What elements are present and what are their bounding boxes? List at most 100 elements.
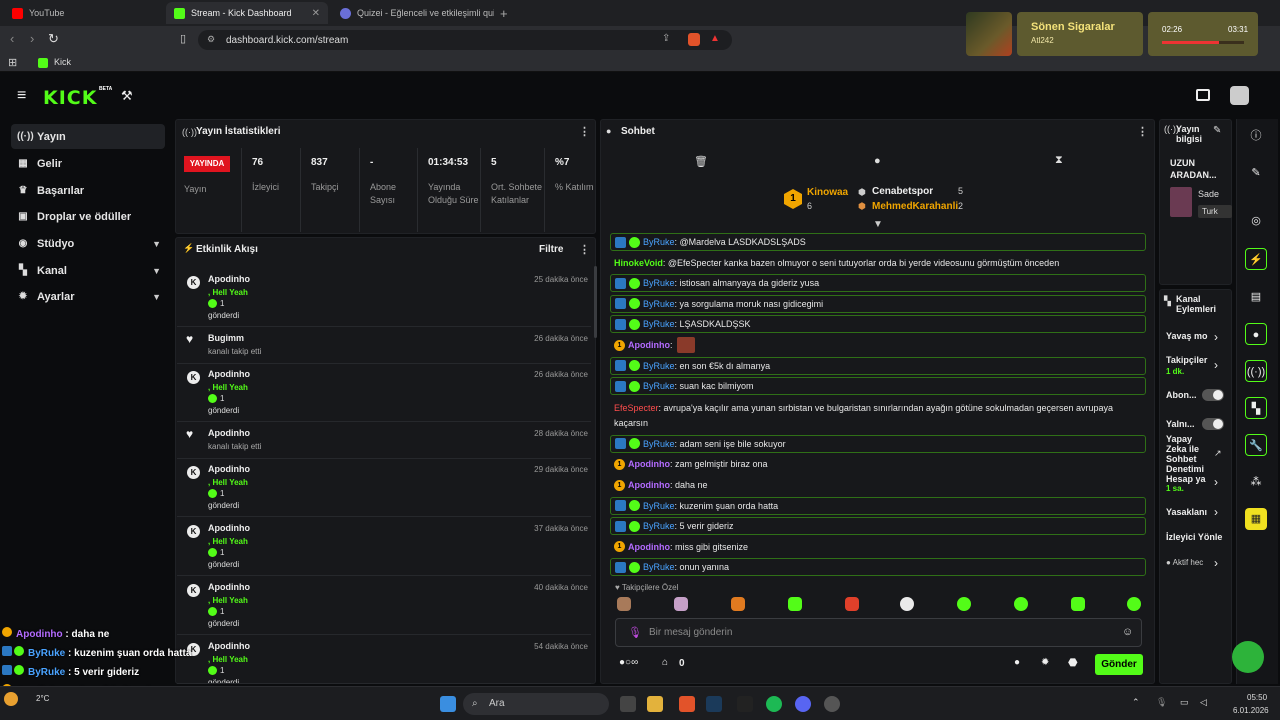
subscribers-only-toggle[interactable]	[1202, 389, 1224, 401]
activity-event[interactable]: K Apodinho 40 dakika önce , Hell Yeah 1 gönde…	[177, 578, 591, 635]
tab-youtube[interactable]: YouTube	[4, 2, 164, 24]
chat-message[interactable]: 1 Apodinho:	[610, 336, 1146, 354]
activity-event[interactable]: K Apodinho 25 dakika önce , Hell Yeah 1 gönde…	[177, 270, 591, 327]
activity-event[interactable]: K Apodinho 29 dakika önce , Hell Yeah 1 gönde…	[177, 460, 591, 517]
sidebar-item-studyo[interactable]: ◉ Stüdyo ▼	[11, 231, 165, 256]
chat-username[interactable]: ByRuke	[643, 439, 675, 449]
leader-name[interactable]: MehmedKarahanli	[872, 201, 958, 212]
chevron-right-icon[interactable]: ›	[1214, 475, 1218, 489]
activity-event[interactable]: K Apodinho 37 dakika önce , Hell Yeah 1 gönde…	[177, 519, 591, 576]
followers-only-label[interactable]: Takipçiler	[1166, 355, 1207, 365]
points-icon[interactable]: ●○∞	[619, 657, 638, 668]
banned-words-label[interactable]: Yasaklanı	[1166, 507, 1207, 517]
event-username[interactable]: Bugimm	[208, 333, 244, 343]
obs-icon[interactable]	[824, 696, 840, 712]
emote[interactable]	[900, 597, 914, 611]
brave-rewards-icon[interactable]: ▲	[710, 33, 720, 44]
kick-studio-icon[interactable]	[1196, 89, 1210, 101]
chat-message[interactable]: ByRuke: @Mardelva LASDKADSLŞADS	[610, 233, 1146, 251]
emotes-only-toggle[interactable]	[1202, 418, 1224, 430]
emote[interactable]	[957, 597, 971, 611]
stream-icon[interactable]: ◎	[1245, 210, 1267, 232]
chat-message[interactable]: ByRuke: kuzenim şuan orda hatta	[610, 496, 1146, 515]
activity-event[interactable]: K Apodinho 54 dakika önce, Hell Yeah 1 gönde…	[177, 637, 591, 684]
file-explorer-icon[interactable]	[647, 696, 663, 712]
activity-event[interactable]: ♥ Apodinho 28 dakika önce kanalı takip etti	[177, 424, 591, 459]
windows-start-icon[interactable]	[440, 696, 456, 712]
reload-icon[interactable]: ↻	[48, 31, 59, 47]
chat-username[interactable]: ByRuke	[643, 501, 675, 511]
category-thumbnail[interactable]	[1170, 187, 1192, 217]
task-view-icon[interactable]	[620, 696, 636, 712]
external-link-icon[interactable]: ↗	[1214, 448, 1222, 459]
chat-message[interactable]: ByRuke: 5 verir gideriz	[610, 517, 1146, 536]
ai-moderation-label[interactable]: Yapay Zeka ile Sohbet Denetimi Hesap ya	[1166, 434, 1210, 484]
chat-username[interactable]: ByRuke	[643, 299, 675, 309]
chat-username[interactable]: ByRuke	[643, 562, 675, 572]
chat-message[interactable]: 1 Apodinho: zam gelmiştir biraz ona	[610, 455, 1146, 473]
chat-input[interactable]: 🎙 Bir mesaj gönderin ☺	[615, 618, 1142, 647]
close-tab-icon[interactable]: ✕	[312, 8, 320, 19]
emote[interactable]	[788, 597, 802, 611]
sidebar-item-droplar[interactable]: ▣ Droplar ve ödüller	[11, 204, 165, 229]
chevron-right-icon[interactable]: ›	[1214, 330, 1218, 344]
lightning-icon[interactable]: ⚡	[1245, 248, 1267, 270]
chat-username[interactable]: Apodinho	[628, 480, 670, 490]
sidebar-item-gelir[interactable]: ▦ Gelir	[11, 151, 165, 176]
brave-icon[interactable]	[679, 696, 695, 712]
chat-username[interactable]: ByRuke	[643, 521, 675, 531]
sidebar-item-ayarlar[interactable]: ✹ Ayarlar ▼	[11, 284, 165, 309]
sidebar-item-yayin[interactable]: ((·)) Yayın	[11, 124, 165, 149]
active-hec-label[interactable]: ● Aktif hec	[1166, 558, 1203, 567]
chat-message[interactable]: 1 Apodinho: miss gibi gitsenize	[610, 538, 1146, 556]
discord-icon[interactable]	[795, 696, 811, 712]
activity-event[interactable]: K Apodinho 26 dakika önce , Hell Yeah 1 gönde…	[177, 365, 591, 422]
trash-icon[interactable]: 🗑	[694, 155, 708, 168]
weather-temp[interactable]: 2°C	[36, 694, 49, 703]
chat-bubble-icon[interactable]: ●	[874, 155, 881, 167]
more-options-icon[interactable]: ⋮	[579, 125, 590, 138]
document-icon[interactable]: ▤	[1245, 286, 1267, 308]
steam-icon[interactable]	[706, 696, 722, 712]
clock-time[interactable]: 05:50	[1247, 693, 1267, 702]
chat-username[interactable]: ByRuke	[643, 361, 675, 371]
emote[interactable]	[617, 597, 631, 611]
chat-username[interactable]: HinokeVoid	[614, 258, 663, 268]
bookmark-kick[interactable]: Kick	[54, 57, 71, 67]
mic-icon[interactable]: 🎙	[1156, 697, 1167, 708]
chevron-down-icon[interactable]: ▼	[873, 219, 883, 230]
gear-icon[interactable]: ✹	[1041, 657, 1049, 668]
site-settings-icon[interactable]: ⚙	[207, 34, 215, 45]
send-button[interactable]: Gönder	[1095, 654, 1143, 675]
emote[interactable]	[731, 597, 745, 611]
bookmark-icon[interactable]: ▯	[180, 32, 186, 45]
leader-name[interactable]: Kinowaa	[807, 187, 848, 198]
chevron-right-icon[interactable]: ›	[1214, 556, 1218, 570]
more-options-icon[interactable]: ⋮	[1137, 125, 1148, 138]
chat-message[interactable]: ByRuke: LŞASDKALDŞSK	[610, 315, 1146, 334]
event-username[interactable]: Apodinho	[208, 523, 250, 533]
clock-date[interactable]: 6.01.2026	[1233, 706, 1269, 715]
kick-logo[interactable]: KICK	[43, 87, 97, 109]
wrench-icon[interactable]: 🔧	[1245, 434, 1267, 456]
support-chat-icon[interactable]	[1232, 641, 1264, 673]
slow-mode-label[interactable]: Yavaş mo	[1166, 331, 1208, 341]
activity-event[interactable]: ♥ Bugimm 26 dakika önce kanalı takip etti	[177, 329, 591, 364]
info-icon[interactable]: ⓘ	[1245, 125, 1267, 147]
hammer-icon[interactable]: ⚒	[121, 88, 133, 104]
url-field[interactable]: ⚙ dashboard.kick.com/stream ⇪ ▲	[198, 30, 732, 50]
taskbar-search[interactable]: ⌕ Ara	[463, 693, 609, 715]
leader-name[interactable]: Cenabetspor	[872, 186, 933, 197]
emote[interactable]	[1127, 597, 1141, 611]
network-icon[interactable]: ▭	[1180, 697, 1189, 708]
forward-icon[interactable]: ›	[30, 31, 34, 46]
event-username[interactable]: Apodinho	[208, 274, 250, 284]
sidebar-item-kanal[interactable]: ▚ Kanal ▼	[11, 258, 165, 283]
back-icon[interactable]: ‹	[10, 31, 14, 46]
tab-kick-dashboard[interactable]: Stream - Kick Dashboard ✕	[166, 2, 328, 24]
chat-username[interactable]: ByRuke	[643, 319, 675, 329]
chat-username[interactable]: ByRuke	[643, 278, 675, 288]
mod-icon[interactable]: ⬣	[1068, 656, 1078, 669]
event-username[interactable]: Apodinho	[208, 428, 250, 438]
chat-username[interactable]: Apodinho	[628, 459, 670, 469]
